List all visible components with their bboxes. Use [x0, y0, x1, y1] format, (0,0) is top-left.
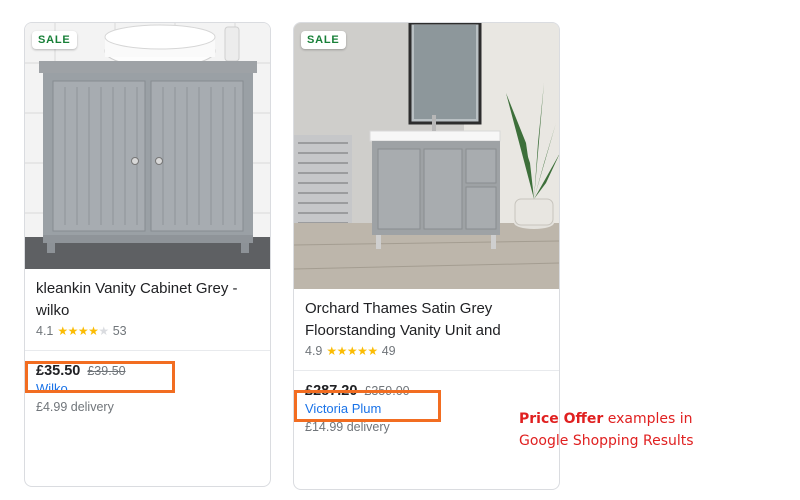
original-price: £39.50 — [87, 364, 126, 378]
original-price: £359.00 — [364, 384, 410, 398]
product-card[interactable]: SALE kleankin Vanity Cabinet Grey - wilk… — [24, 22, 271, 487]
price-row: £35.50 £39.50 — [25, 363, 270, 379]
price-row: £287.20 £359.00 — [294, 383, 559, 399]
rating-row: 4.1 ★★★★★ 53 — [25, 324, 270, 338]
review-count: 53 — [112, 324, 127, 338]
annotation-line1: examples in — [603, 411, 693, 427]
review-count: 49 — [381, 344, 396, 358]
current-price: £35.50 — [36, 363, 81, 379]
rating-value: 4.9 — [305, 344, 323, 358]
product-title[interactable]: Orchard Thames Satin Grey Floorstanding … — [294, 298, 559, 342]
vanity-unit-image — [294, 23, 559, 289]
annotation-line2: Google Shopping Results — [519, 433, 694, 449]
star-rating-icon: ★★★★★ — [326, 344, 378, 358]
price-offer-annotation: Price Offer examples in Google Shopping … — [519, 408, 694, 452]
annotation-bold: Price Offer — [519, 411, 604, 427]
current-price: £287.20 — [305, 383, 358, 399]
product-image[interactable]: SALE — [294, 23, 559, 289]
sale-badge: SALE — [301, 31, 346, 49]
rating-row: 4.9 ★★★★★ 49 — [294, 344, 559, 358]
divider — [294, 370, 559, 371]
delivery-cost: £4.99 delivery — [36, 400, 114, 414]
seller-link[interactable]: Wilko — [25, 381, 270, 396]
sale-badge: SALE — [32, 31, 77, 49]
product-title[interactable]: kleankin Vanity Cabinet Grey - wilko — [25, 278, 270, 322]
star-rating-icon: ★★★★★ — [57, 324, 109, 338]
vanity-cabinet-image — [25, 23, 270, 269]
divider — [25, 350, 270, 351]
rating-value: 4.1 — [36, 324, 54, 338]
product-image[interactable]: SALE — [25, 23, 270, 269]
